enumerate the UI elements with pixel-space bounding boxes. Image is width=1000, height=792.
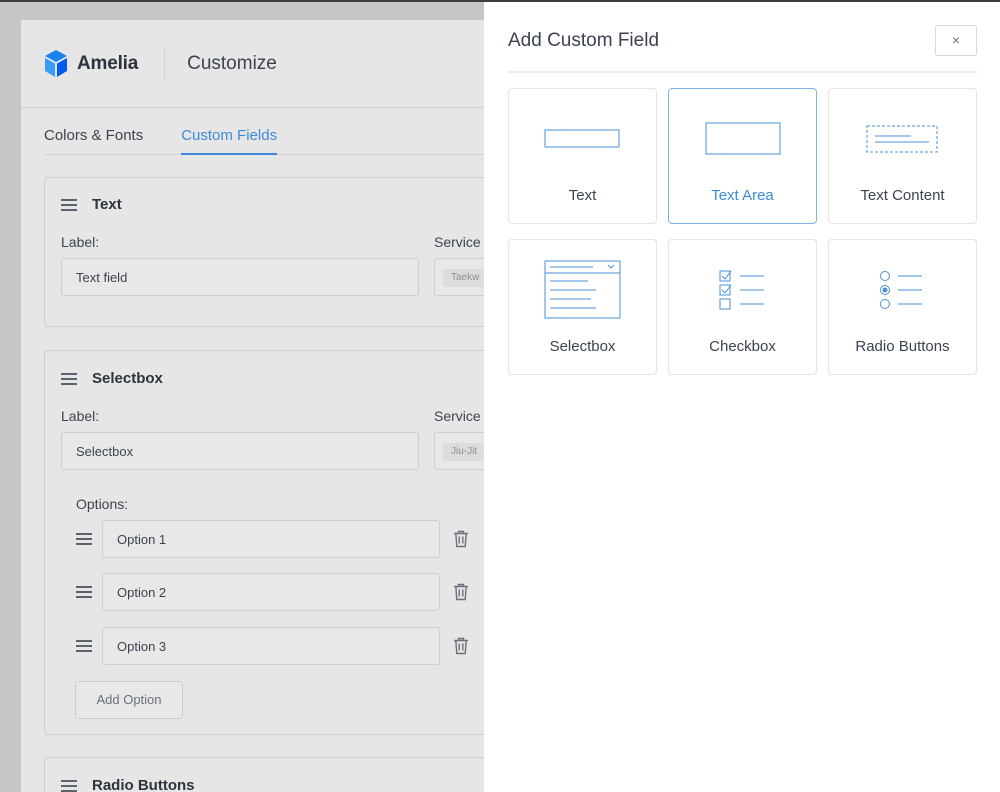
label-input[interactable]: Text field xyxy=(61,258,419,296)
card-title-label: Selectbox xyxy=(92,370,163,387)
option-row: Option 3 xyxy=(76,627,496,665)
text-input-icon xyxy=(544,129,619,148)
field-type-label: Text xyxy=(568,187,597,204)
drag-handle-icon[interactable] xyxy=(76,586,92,598)
card-title-label: Text xyxy=(92,196,122,213)
header-divider xyxy=(164,45,166,82)
customize-tabs: Colors & Fonts Custom Fields xyxy=(44,124,496,155)
tab-colors-fonts[interactable]: Colors & Fonts xyxy=(44,124,143,155)
panel-divider xyxy=(508,71,977,73)
textarea-icon xyxy=(705,122,780,155)
tab-custom-fields[interactable]: Custom Fields xyxy=(181,124,278,155)
close-button[interactable]: × xyxy=(935,25,977,56)
radio-buttons-icon xyxy=(879,271,922,309)
custom-field-card-selectbox: Selectbox Label: Service Selectbox Jiu-J… xyxy=(44,350,497,735)
trash-icon[interactable] xyxy=(453,583,469,601)
label-caption: Label: xyxy=(61,408,100,424)
selectbox-icon xyxy=(544,260,620,319)
app-header: Amelia Customize xyxy=(21,20,496,108)
field-type-text[interactable]: Text xyxy=(508,88,657,224)
custom-field-card-radio: Radio Buttons xyxy=(44,757,496,792)
field-type-checkbox[interactable]: Checkbox xyxy=(668,239,817,375)
drag-handle-icon[interactable] xyxy=(61,372,77,385)
field-type-label: Selectbox xyxy=(549,338,616,355)
field-type-label: Text Area xyxy=(711,187,774,204)
option-input[interactable]: Option 3 xyxy=(102,627,440,665)
drag-handle-icon[interactable] xyxy=(61,779,77,792)
services-caption: Service xyxy=(434,408,481,424)
service-tag: Taekw xyxy=(443,269,488,287)
option-row: Option 1 xyxy=(76,520,496,558)
panel-title: Add Custom Field xyxy=(508,30,660,51)
card-title-text: Text xyxy=(61,196,122,213)
label-input[interactable]: Selectbox xyxy=(61,432,419,470)
text-content-icon xyxy=(866,125,937,153)
field-type-text-area[interactable]: Text Area xyxy=(668,88,817,224)
field-type-label: Checkbox xyxy=(709,338,776,355)
customize-page: Amelia Customize Colors & Fonts Custom F… xyxy=(21,20,497,792)
drag-handle-icon[interactable] xyxy=(76,640,92,652)
checkbox-icon xyxy=(719,270,764,310)
field-type-text-content[interactable]: Text Content xyxy=(828,88,977,224)
services-caption: Service xyxy=(434,234,481,250)
field-type-label: Text Content xyxy=(860,187,945,204)
field-type-radio-buttons[interactable]: Radio Buttons xyxy=(828,239,977,375)
field-type-selectbox[interactable]: Selectbox xyxy=(508,239,657,375)
logo-text: Amelia xyxy=(77,52,139,74)
amelia-logo-icon xyxy=(45,49,67,77)
options-caption: Options: xyxy=(76,496,129,512)
add-custom-field-panel: Add Custom Field × Text Text Area Text C… xyxy=(484,2,1000,792)
amelia-logo[interactable]: Amelia xyxy=(43,49,139,78)
card-title-selectbox: Selectbox xyxy=(61,370,163,387)
label-caption: Label: xyxy=(61,234,100,250)
trash-icon[interactable] xyxy=(453,637,469,655)
trash-icon[interactable] xyxy=(453,530,469,548)
page-title: Customize xyxy=(187,52,277,74)
option-input[interactable]: Option 2 xyxy=(102,573,440,611)
custom-field-card-text: Text Label: Service Text field Taekw xyxy=(44,177,497,327)
option-input[interactable]: Option 1 xyxy=(102,520,440,558)
drag-handle-icon[interactable] xyxy=(76,533,92,545)
add-option-button[interactable]: Add Option xyxy=(75,681,183,719)
card-title-label: Radio Buttons xyxy=(92,777,195,792)
field-type-label: Radio Buttons xyxy=(855,338,950,355)
service-tag: Jiu-Jit xyxy=(443,443,486,461)
drag-handle-icon[interactable] xyxy=(61,198,77,211)
option-row: Option 2 xyxy=(76,573,496,611)
card-title-radio: Radio Buttons xyxy=(61,777,195,792)
